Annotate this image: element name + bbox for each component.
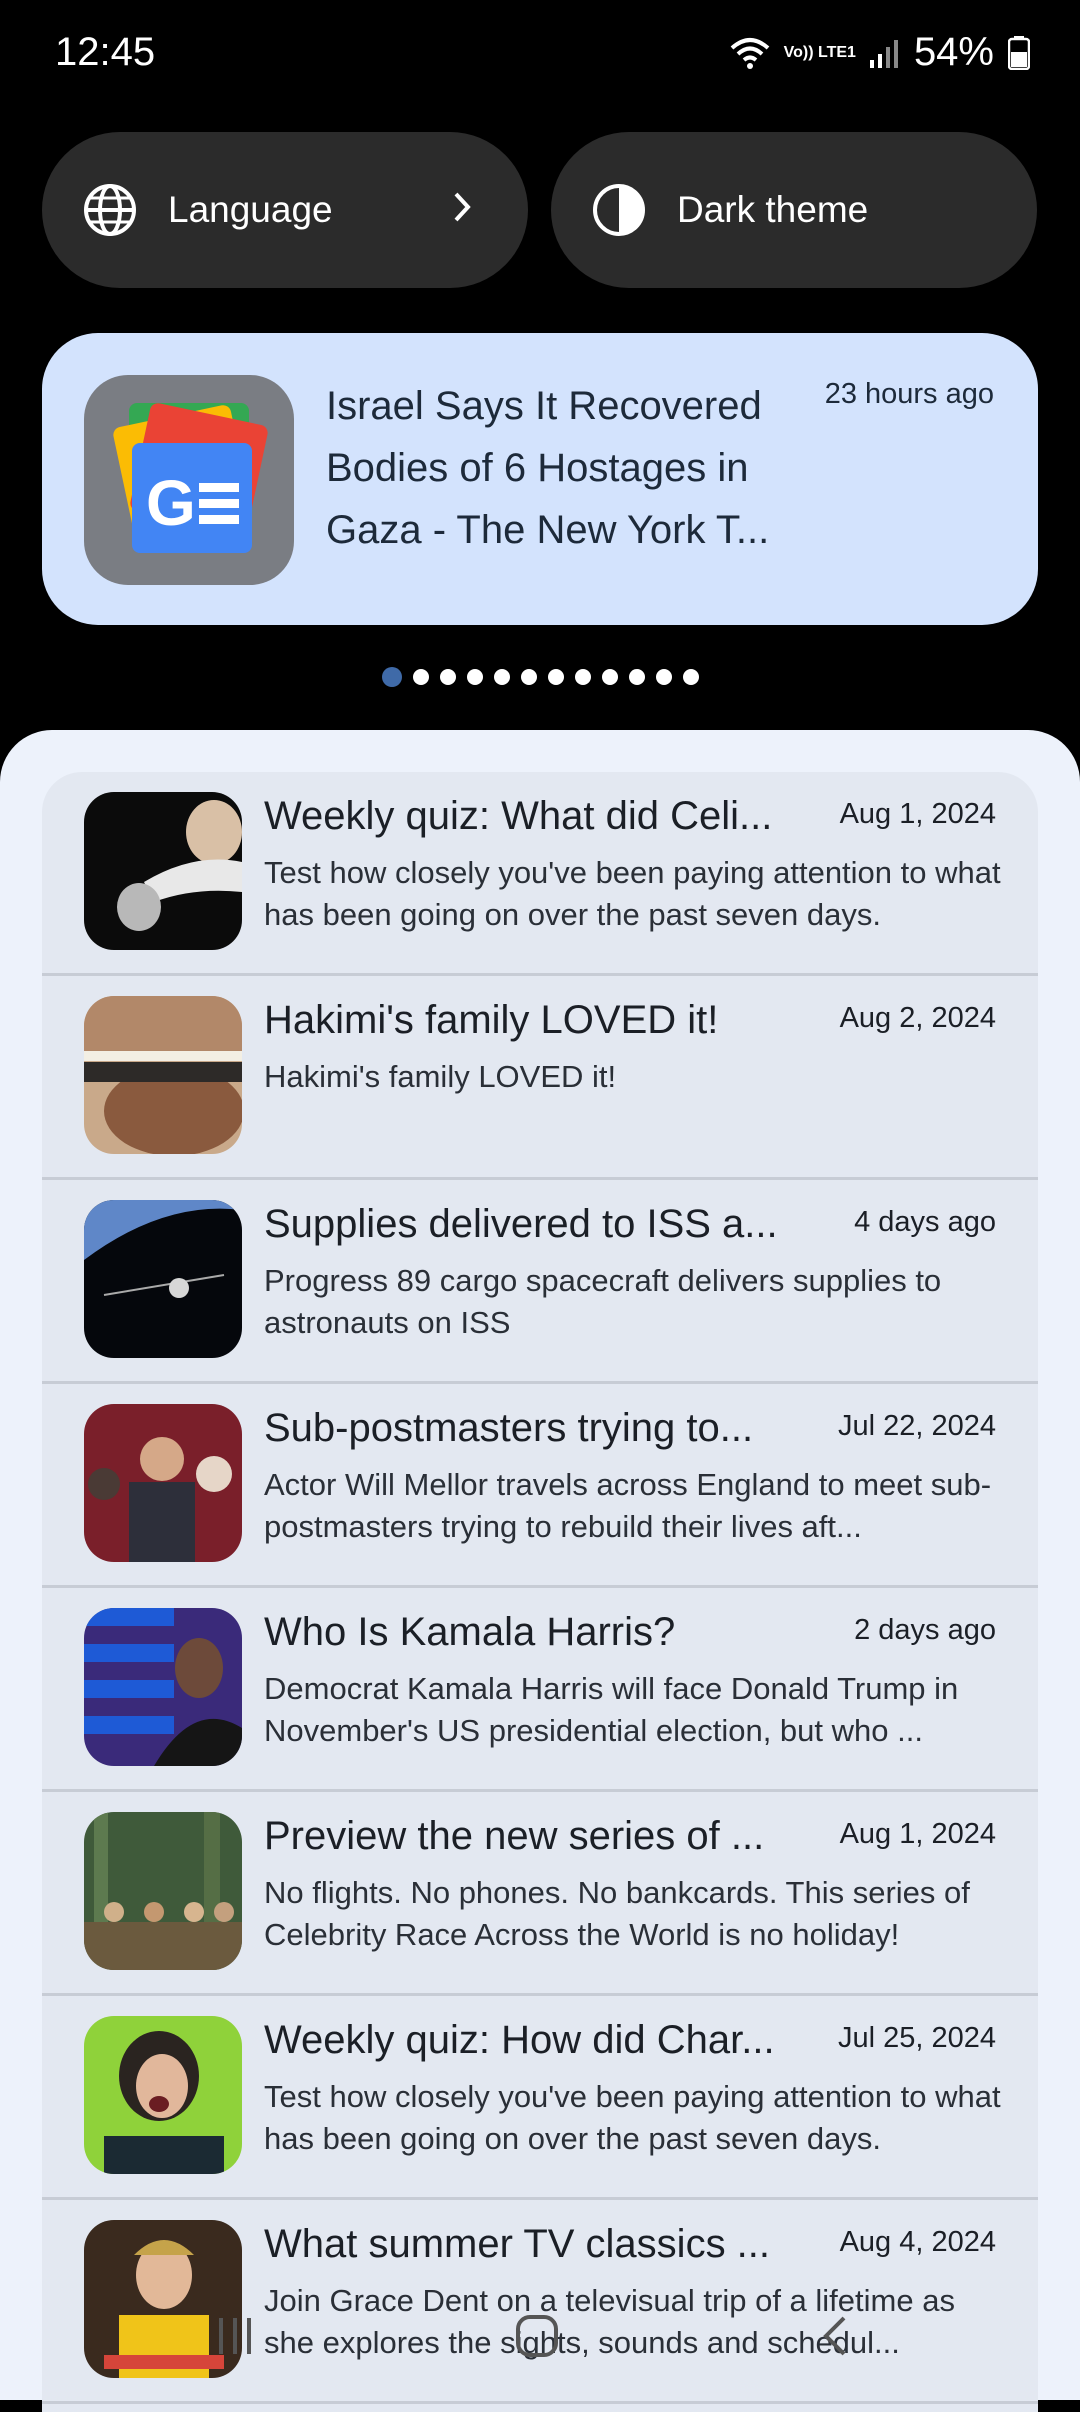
news-item[interactable]: Supplies delivered to ISS a... 4 days ag…	[42, 1180, 1038, 1384]
page-dot	[547, 669, 564, 685]
battery-percent: 54%	[913, 30, 994, 74]
battery-icon	[1008, 35, 1030, 70]
recent-apps-icon[interactable]	[215, 2314, 255, 2358]
news-item[interactable]: Preview the new series of ... Aug 1, 202…	[42, 1792, 1038, 1996]
news-title: Weekly quiz: How did Char...	[264, 2018, 775, 2062]
news-title: Sub-postmasters trying to...	[264, 1406, 754, 1450]
navigation-bar	[0, 2300, 1080, 2400]
contrast-icon	[593, 184, 645, 236]
home-icon[interactable]	[515, 2314, 559, 2358]
page-indicator	[0, 667, 1080, 687]
news-date: 2 days ago	[854, 1614, 996, 1646]
headline-title: Israel Says It Recovered Bodies of 6 Hos…	[326, 384, 770, 552]
news-description: Democrat Kamala Harris will face Donald …	[264, 1671, 959, 1748]
news-description: Actor Will Mellor travels across England…	[264, 1467, 992, 1544]
news-date: Aug 1, 2024	[839, 1818, 996, 1850]
news-thumbnail	[84, 1404, 242, 1562]
news-thumbnail	[84, 1608, 242, 1766]
chevron-right-icon	[454, 192, 471, 222]
page-dot	[466, 669, 483, 685]
news-sheet: Weekly quiz: What did Celi... Aug 1, 202…	[0, 730, 1080, 2412]
globe-icon	[84, 184, 136, 236]
news-title: Preview the new series of ...	[264, 1814, 765, 1858]
news-item[interactable]: Weekly quiz: What did Celi... Aug 1, 202…	[42, 772, 1038, 976]
page-dot	[574, 669, 591, 685]
page-dot	[520, 669, 537, 685]
news-thumbnail	[84, 792, 242, 950]
page-dot	[439, 669, 456, 685]
news-item[interactable]: Hakimi's family LOVED it! Aug 2, 2024 Ha…	[42, 976, 1038, 1180]
news-description: Hakimi's family LOVED it!	[264, 1059, 617, 1094]
signal-icon	[869, 39, 898, 68]
news-item[interactable]: Sub-postmasters trying to... Jul 22, 202…	[42, 1384, 1038, 1588]
news-date: Jul 22, 2024	[837, 1410, 996, 1442]
news-thumbnail	[84, 1200, 242, 1358]
news-description: Test how closely you've been paying atte…	[264, 2079, 1001, 2156]
status-bar: 12:45 Vo)) LTE1 54%	[0, 0, 1080, 110]
google-news-logo: G	[84, 375, 294, 585]
news-thumbnail	[84, 2016, 242, 2174]
headline-time: 23 hours ago	[824, 378, 994, 410]
news-description: Test how closely you've been paying atte…	[264, 855, 1001, 932]
news-list: Weekly quiz: What did Celi... Aug 1, 202…	[42, 772, 1038, 2412]
news-item[interactable]: Weekly quiz: How did Char... Jul 25, 202…	[42, 1996, 1038, 2200]
page-dot	[601, 669, 618, 685]
news-date: Aug 2, 2024	[839, 1002, 996, 1034]
news-description: No flights. No phones. No bankcards. Thi…	[264, 1875, 970, 1952]
news-description: Progress 89 cargo spacecraft delivers su…	[264, 1263, 942, 1340]
page-dot	[628, 669, 645, 685]
news-title: Supplies delivered to ISS a...	[264, 1202, 778, 1246]
news-date: Aug 4, 2024	[839, 2226, 996, 2258]
page-dot	[412, 669, 429, 685]
language-label: Language	[168, 189, 333, 230]
page-dot	[381, 667, 402, 687]
page-dot	[655, 669, 672, 685]
language-tile[interactable]: Language	[42, 132, 528, 288]
news-title: Who Is Kamala Harris?	[264, 1610, 676, 1654]
news-title: Weekly quiz: What did Celi...	[264, 794, 773, 838]
status-time: 12:45	[55, 30, 156, 74]
dark-theme-tile[interactable]: Dark theme	[551, 132, 1037, 288]
news-date: 4 days ago	[854, 1206, 996, 1238]
headline-card[interactable]: G Israel Says It Recovered Bodies of 6 H…	[42, 333, 1038, 625]
wifi-icon	[730, 37, 769, 69]
dark-theme-label: Dark theme	[677, 189, 869, 230]
news-date: Jul 25, 2024	[837, 2022, 996, 2054]
page-dot	[682, 669, 699, 685]
news-thumbnail	[84, 996, 242, 1154]
status-icons: Vo)) LTE1 54%	[730, 30, 1030, 75]
news-date: Aug 1, 2024	[839, 798, 996, 830]
news-title: Hakimi's family LOVED it!	[264, 998, 719, 1042]
news-item[interactable]: Who Is Kamala Harris? 2 days ago Democra…	[42, 1588, 1038, 1792]
news-title: What summer TV classics ...	[264, 2222, 771, 2266]
news-thumbnail	[84, 1812, 242, 1970]
network-type-label: Vo)) LTE1	[783, 44, 856, 61]
back-icon[interactable]	[820, 2314, 850, 2358]
page-dot	[493, 669, 510, 685]
svg-text:G: G	[146, 467, 196, 539]
